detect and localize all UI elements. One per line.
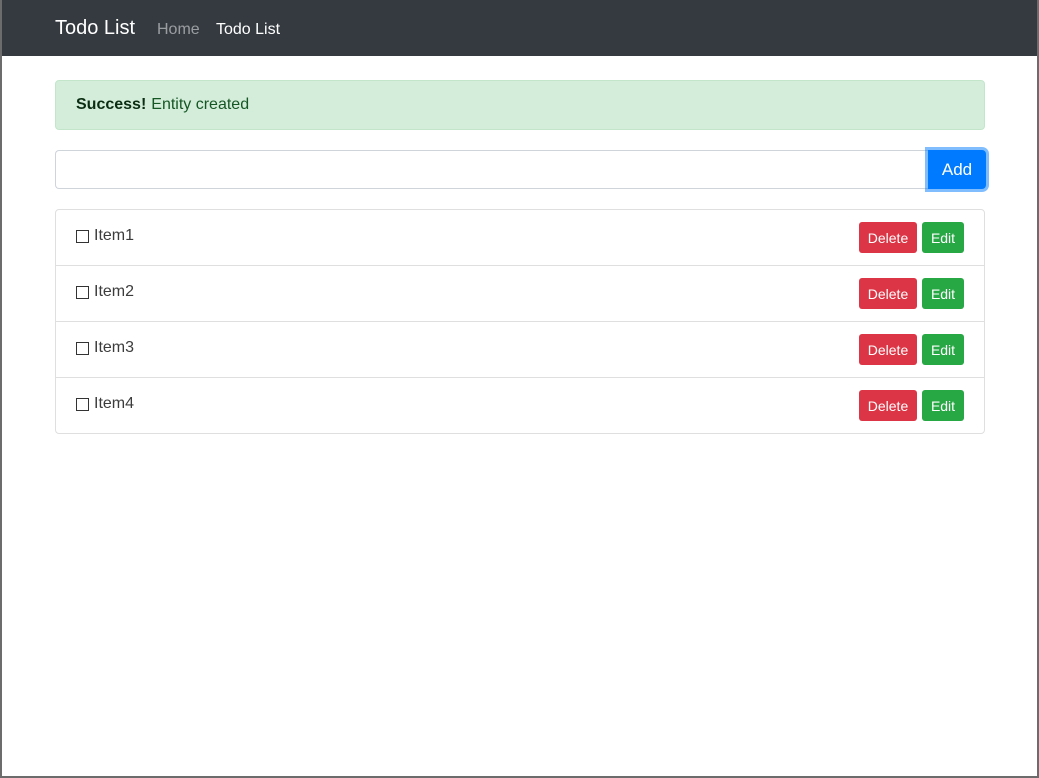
todo-item-label: Item2 <box>94 283 135 300</box>
todo-checkbox[interactable] <box>76 397 89 411</box>
add-todo-form: Add <box>55 150 986 189</box>
todo-item-label: Item4 <box>94 395 135 412</box>
todo-item-label: Item1 <box>94 227 135 244</box>
nav-link-home[interactable]: Home <box>157 20 200 39</box>
edit-button[interactable]: Edit <box>922 334 964 365</box>
todo-item: Item1 Delete Edit <box>56 210 984 266</box>
edit-button[interactable]: Edit <box>922 222 964 253</box>
todo-item: Item2 Delete Edit <box>56 266 984 322</box>
delete-button[interactable]: Delete <box>859 390 917 421</box>
alert-title: Success! <box>76 96 147 113</box>
todo-item-label-wrapper[interactable]: Item1 <box>76 227 134 245</box>
navbar-brand[interactable]: Todo List <box>55 16 135 40</box>
todo-input[interactable] <box>55 150 928 189</box>
todo-item-label-wrapper[interactable]: Item2 <box>76 283 134 301</box>
delete-button[interactable]: Delete <box>859 334 917 365</box>
edit-button[interactable]: Edit <box>922 278 964 309</box>
todo-item: Item4 Delete Edit <box>56 378 984 433</box>
add-button[interactable]: Add <box>928 150 986 189</box>
todo-checkbox[interactable] <box>76 341 89 355</box>
nav-link-todo-list[interactable]: Todo List <box>216 20 280 39</box>
todo-item-label-wrapper[interactable]: Item3 <box>76 339 134 357</box>
todo-item-label-wrapper[interactable]: Item4 <box>76 395 134 413</box>
edit-button[interactable]: Edit <box>922 390 964 421</box>
navbar: Todo List Home Todo List <box>2 0 1037 56</box>
delete-button[interactable]: Delete <box>859 222 917 253</box>
todo-checkbox[interactable] <box>76 285 89 299</box>
todo-item-label: Item3 <box>94 339 135 356</box>
alert-message: Entity created <box>151 96 250 113</box>
success-alert: Success! Entity created <box>55 80 985 130</box>
todo-item: Item3 Delete Edit <box>56 322 984 378</box>
delete-button[interactable]: Delete <box>859 278 917 309</box>
todo-checkbox[interactable] <box>76 229 89 243</box>
todo-list: Item1 Delete Edit Item2 Delete Edit Item… <box>55 209 985 434</box>
